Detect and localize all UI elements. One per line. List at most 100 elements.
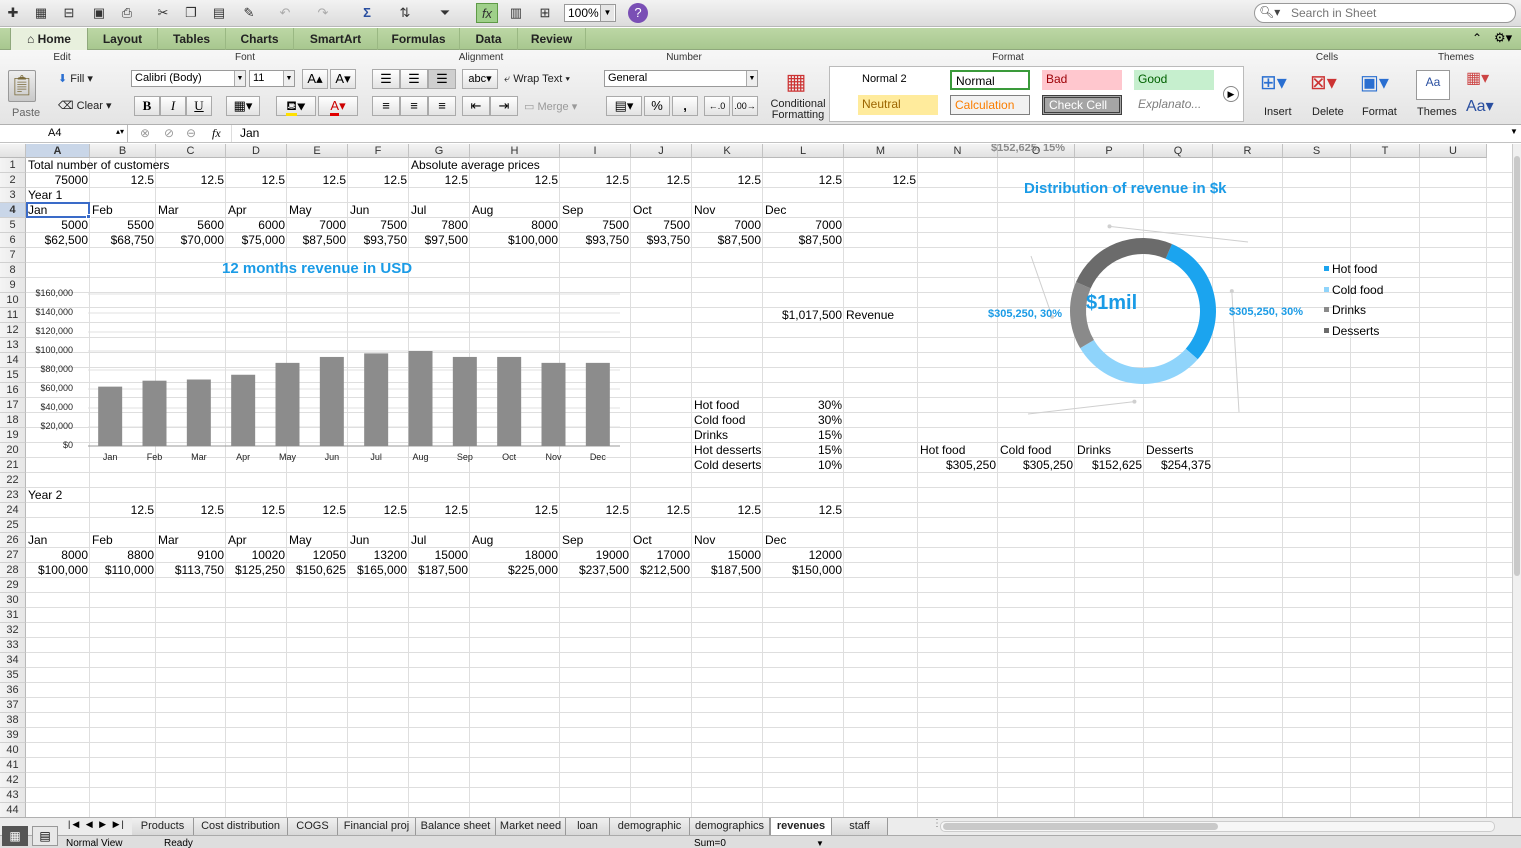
- cell-C5[interactable]: 5600: [156, 218, 226, 233]
- orientation-button[interactable]: abc▾: [462, 69, 498, 89]
- cell-L21[interactable]: 10%: [763, 458, 844, 473]
- cell-I28[interactable]: $237,500: [560, 563, 631, 578]
- format-painter-icon[interactable]: ✎: [238, 3, 260, 23]
- cell-G6[interactable]: $97,500: [409, 233, 470, 248]
- column-header[interactable]: C: [156, 144, 226, 158]
- italic-button[interactable]: I: [160, 96, 186, 116]
- cell-I26[interactable]: Sep: [560, 533, 631, 548]
- cell-J5[interactable]: 7500: [631, 218, 692, 233]
- sheet-tab-cost-distribution[interactable]: Cost distribution: [194, 818, 288, 835]
- bar-jul[interactable]: [364, 353, 389, 446]
- cut-icon[interactable]: ✂: [152, 3, 174, 23]
- bar-sep[interactable]: [452, 356, 477, 446]
- cancel-icon[interactable]: ⊗: [140, 126, 150, 140]
- row-header[interactable]: 6: [0, 233, 26, 248]
- tab-tables[interactable]: Tables: [158, 28, 226, 50]
- style-normal[interactable]: Normal: [950, 70, 1030, 90]
- cell-G4[interactable]: Jul: [409, 203, 470, 218]
- cell-A6[interactable]: $62,500: [26, 233, 90, 248]
- sheet-tab-demographic[interactable]: demographic: [610, 818, 690, 835]
- donut-slice-desserts[interactable]: [1076, 238, 1172, 289]
- cell-I4[interactable]: Sep: [560, 203, 631, 218]
- cell-E6[interactable]: $87,500: [287, 233, 348, 248]
- row-header[interactable]: 41: [0, 758, 26, 773]
- cell-H27[interactable]: 18000: [470, 548, 560, 563]
- row-header[interactable]: 9: [0, 278, 26, 293]
- cell-E27[interactable]: 12050: [287, 548, 348, 563]
- cell-J26[interactable]: Oct: [631, 533, 692, 548]
- cell-K6[interactable]: $87,500: [692, 233, 763, 248]
- cell-O21[interactable]: $305,250: [998, 458, 1075, 473]
- clear-button[interactable]: ⌫ Clear ▾: [58, 98, 112, 114]
- row-header[interactable]: 36: [0, 683, 26, 698]
- cell-D6[interactable]: $75,000: [226, 233, 287, 248]
- bar-may[interactable]: [275, 362, 300, 446]
- themes-gallery-icon[interactable]: Aa: [1416, 70, 1450, 100]
- paste-button[interactable]: Paste: [12, 105, 40, 121]
- new-icon[interactable]: ✚: [2, 3, 24, 23]
- row-header[interactable]: 33: [0, 638, 26, 653]
- column-header[interactable]: P: [1075, 144, 1144, 158]
- delete-cells-icon[interactable]: ⊠▾: [1310, 70, 1337, 95]
- cell-N21[interactable]: $305,250: [918, 458, 998, 473]
- cell-B28[interactable]: $110,000: [90, 563, 156, 578]
- cell-L6[interactable]: $87,500: [763, 233, 844, 248]
- row-header[interactable]: 3: [0, 188, 26, 203]
- cell-C6[interactable]: $70,000: [156, 233, 226, 248]
- fill-handle[interactable]: [86, 214, 91, 219]
- bar-aug[interactable]: [408, 351, 433, 446]
- cell-B4[interactable]: Feb: [90, 203, 156, 218]
- column-header[interactable]: K: [692, 144, 763, 158]
- show-icon[interactable]: ⊞: [534, 3, 556, 23]
- cell-K4[interactable]: Nov: [692, 203, 763, 218]
- format-button[interactable]: Format: [1362, 104, 1397, 120]
- cell-K21[interactable]: Cold deserts: [692, 458, 763, 473]
- active-cell-selection[interactable]: [26, 202, 90, 218]
- tab-smartart[interactable]: SmartArt: [294, 28, 378, 50]
- row-header[interactable]: 26: [0, 533, 26, 548]
- select-all-corner[interactable]: [0, 144, 26, 158]
- row-header[interactable]: 15: [0, 368, 26, 383]
- style-normal-2[interactable]: Normal 2: [858, 70, 938, 90]
- cell-C27[interactable]: 9100: [156, 548, 226, 563]
- sheet-tab-cogs[interactable]: COGS: [288, 818, 338, 835]
- cell-H26[interactable]: Aug: [470, 533, 560, 548]
- align-right-button[interactable]: ≡: [428, 96, 456, 116]
- cell-B2[interactable]: 12.5: [90, 173, 156, 188]
- column-header[interactable]: U: [1420, 144, 1487, 158]
- cell-I27[interactable]: 19000: [560, 548, 631, 563]
- sheet-tab-revenues[interactable]: revenues: [770, 818, 832, 835]
- row-header[interactable]: 32: [0, 623, 26, 638]
- cell-P20[interactable]: Drinks: [1075, 443, 1144, 458]
- row-header[interactable]: 7: [0, 248, 26, 263]
- cell-L20[interactable]: 15%: [763, 443, 844, 458]
- underline-button[interactable]: U: [186, 96, 212, 116]
- borders-button[interactable]: ▦▾: [226, 96, 260, 116]
- cell-G1[interactable]: Absolute average prices: [409, 158, 540, 173]
- vertical-scrollbar[interactable]: [1512, 144, 1521, 817]
- row-header[interactable]: 29: [0, 578, 26, 593]
- row-header[interactable]: 17: [0, 398, 26, 413]
- row-header[interactable]: 40: [0, 743, 26, 758]
- wrap-text-button[interactable]: ⤶ Wrap Text ▾: [504, 71, 570, 87]
- cell-A3[interactable]: Year 1: [26, 188, 90, 203]
- cell-K28[interactable]: $187,500: [692, 563, 763, 578]
- cell-G5[interactable]: 7800: [409, 218, 470, 233]
- align-center-button[interactable]: ≡: [400, 96, 428, 116]
- bar-jun[interactable]: [319, 356, 344, 446]
- cell-J28[interactable]: $212,500: [631, 563, 692, 578]
- cell-A26[interactable]: Jan: [26, 533, 90, 548]
- cell-A1[interactable]: Total number of customers: [26, 158, 169, 173]
- font-color-button[interactable]: A▾: [318, 96, 358, 116]
- cell-D27[interactable]: 10020: [226, 548, 287, 563]
- cell-A23[interactable]: Year 2: [26, 488, 90, 503]
- print-icon[interactable]: ⎙: [116, 3, 138, 23]
- row-header[interactable]: 42: [0, 773, 26, 788]
- vertical-scroll-thumb[interactable]: [1514, 156, 1520, 576]
- increase-decimal-button[interactable]: ←.0: [704, 96, 730, 116]
- cell-Q20[interactable]: Desserts: [1144, 443, 1213, 458]
- cell-B24[interactable]: 12.5: [90, 503, 156, 518]
- cell-I2[interactable]: 12.5: [560, 173, 631, 188]
- bar-chart[interactable]: 12 months revenue in USD $0 $20,000 $40,00…: [28, 256, 628, 471]
- percent-button[interactable]: %: [644, 96, 670, 116]
